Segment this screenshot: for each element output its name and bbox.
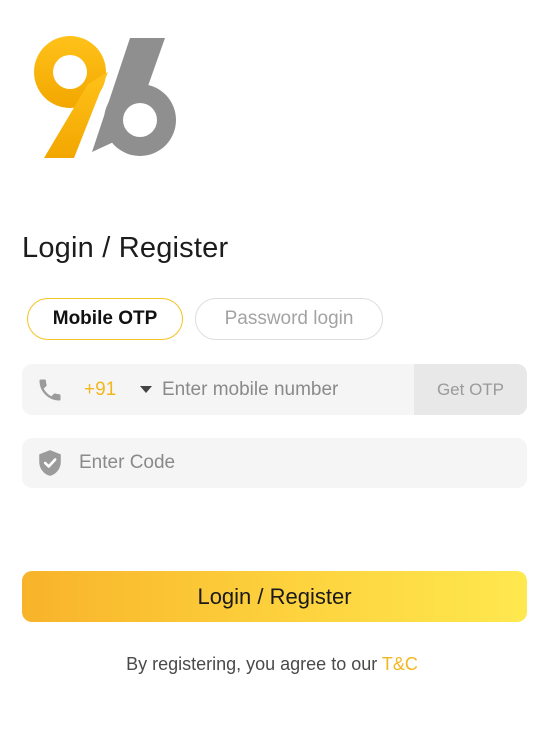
tab-password-login[interactable]: Password login bbox=[195, 298, 383, 340]
verification-code-row bbox=[22, 438, 527, 488]
country-code[interactable]: +91 bbox=[84, 379, 116, 401]
shield-check-icon bbox=[39, 450, 61, 476]
terms-notice: By registering, you agree to our T&C bbox=[0, 654, 544, 675]
terms-link[interactable]: T&C bbox=[382, 654, 418, 674]
get-otp-button[interactable]: Get OTP bbox=[414, 364, 527, 415]
tab-mobile-otp[interactable]: Mobile OTP bbox=[27, 298, 183, 340]
mobile-number-row: +91 Get OTP bbox=[22, 364, 527, 415]
caret-down-icon[interactable] bbox=[140, 386, 152, 393]
page-title: Login / Register bbox=[22, 232, 229, 264]
terms-text: By registering, you agree to our bbox=[126, 654, 382, 674]
verification-code-input[interactable] bbox=[79, 438, 499, 488]
login-register-button[interactable]: Login / Register bbox=[22, 571, 527, 622]
mobile-number-input[interactable] bbox=[162, 364, 412, 415]
96-logo-icon bbox=[34, 36, 176, 158]
login-method-tabs: Mobile OTP Password login bbox=[27, 298, 383, 340]
phone-icon bbox=[39, 379, 61, 401]
